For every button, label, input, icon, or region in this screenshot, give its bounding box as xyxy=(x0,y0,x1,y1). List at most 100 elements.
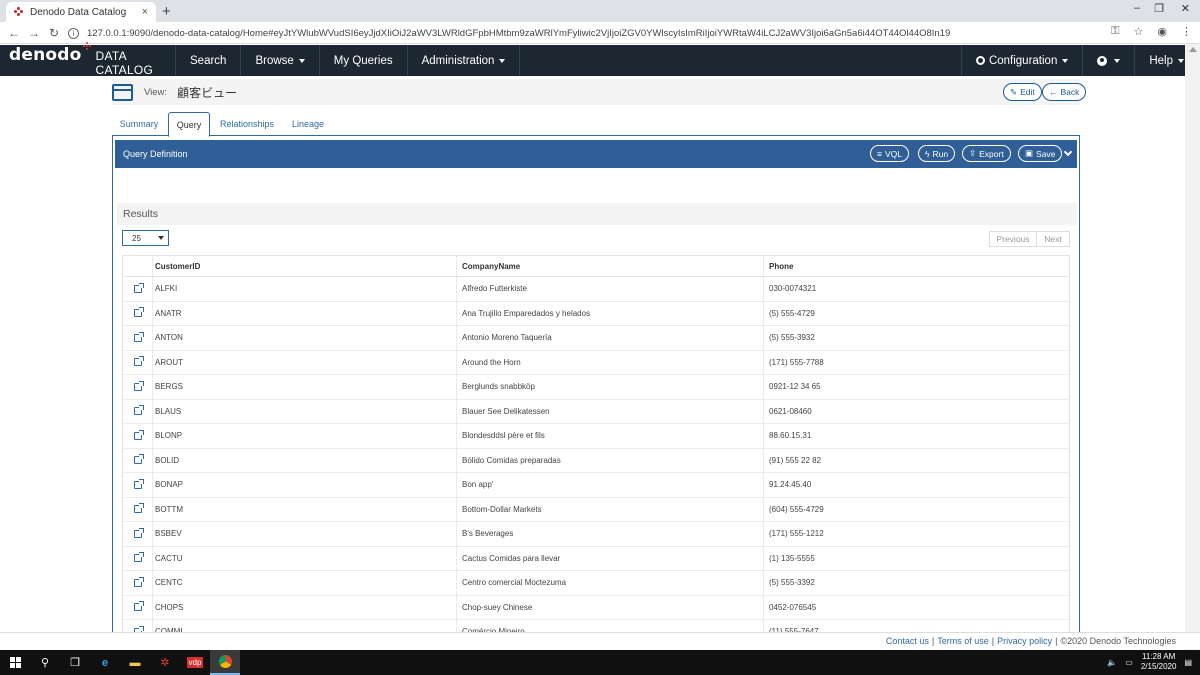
open-link-icon[interactable] xyxy=(133,576,144,587)
clock[interactable]: 11:28 AM 2/15/2020 xyxy=(1141,652,1177,672)
table-cell: (5) 555-4729 xyxy=(769,308,815,318)
column-header[interactable]: CustomerID xyxy=(154,256,457,276)
export-button[interactable]: ⇪ Export xyxy=(962,145,1011,162)
tab-lineage[interactable]: Lineage xyxy=(284,112,332,136)
back-arrow-icon[interactable]: ← xyxy=(4,26,24,40)
page-size-select[interactable]: 25 xyxy=(122,230,169,246)
query-definition-bar[interactable]: Query Definition ≡ VQL ϟ Run ⇪ Export ▣ Save xyxy=(115,140,1077,168)
chevron-down-icon xyxy=(1062,58,1069,63)
save-button[interactable]: ▣ Save xyxy=(1018,145,1063,162)
open-link-icon[interactable] xyxy=(133,380,144,391)
tab-summary[interactable]: Summary xyxy=(112,112,166,136)
next-button[interactable]: Next xyxy=(1037,231,1070,247)
menu-dots-icon[interactable]: ⋮ xyxy=(1181,25,1192,38)
task-view-icon[interactable]: ❐ xyxy=(60,650,90,675)
close-tab-icon[interactable]: × xyxy=(142,6,148,18)
table-cell: Blauer See Delikatessen xyxy=(461,399,764,423)
scroll-up-icon[interactable] xyxy=(1189,47,1197,52)
open-link-icon[interactable] xyxy=(133,503,144,514)
chevron-down-icon xyxy=(298,58,305,63)
table-cell: B's Beverages xyxy=(461,522,764,546)
vql-button[interactable]: ≡ VQL xyxy=(870,145,909,162)
open-link-icon[interactable] xyxy=(133,552,144,563)
query-definition-title: Query Definition xyxy=(123,149,188,159)
network-icon[interactable]: ▭ xyxy=(1125,658,1133,667)
logo-dots-icon xyxy=(82,41,91,50)
table-row: CHOPS Chop-suey Chinese 0452-076545 xyxy=(123,595,1069,620)
open-link-icon[interactable] xyxy=(133,454,144,465)
column-header[interactable]: Phone xyxy=(768,256,1069,276)
view-name: 顧客ビュー xyxy=(177,85,238,100)
open-link-icon[interactable] xyxy=(133,601,144,612)
terms-link[interactable]: Terms of use xyxy=(937,636,989,646)
table-cell: Cactus Comidas para llevar xyxy=(461,546,764,570)
denodo-app-icon[interactable]: ✲ xyxy=(150,650,180,675)
chrome-icon[interactable] xyxy=(210,650,240,675)
volume-icon[interactable]: 🔈 xyxy=(1107,658,1117,667)
site-info-icon[interactable]: i xyxy=(68,27,79,39)
taskbar: ⚲ ❐ e ▬ ✲ vdp 🔈 ▭ 11:28 AM 2/15/2020 ▤ xyxy=(0,650,1200,675)
star-icon[interactable]: ☆ xyxy=(1134,25,1144,38)
column-header[interactable]: CompanyName xyxy=(461,256,764,276)
nav-user[interactable] xyxy=(1082,45,1134,76)
nav-configuration[interactable]: Configuration xyxy=(960,45,1082,76)
table-cell: BOTTM xyxy=(154,497,457,521)
previous-button[interactable]: Previous xyxy=(989,231,1037,247)
open-link-icon[interactable] xyxy=(133,356,144,367)
table-body: ALFKI Alfredo Futterkiste 030-0074321 ANATR… xyxy=(123,277,1069,645)
nav-administration[interactable]: Administration xyxy=(406,45,521,76)
table-cell: ANTON xyxy=(154,326,457,350)
open-link-icon[interactable] xyxy=(133,405,144,416)
table-row: BOTTM Bottom-Dollar Markets (604) 555-4729 xyxy=(123,497,1069,522)
nav-search[interactable]: Search xyxy=(175,45,240,76)
table-row: BONAP Bon app' 91.24.45.40 xyxy=(123,473,1069,498)
table-cell: (91) 555 22 82 xyxy=(769,455,822,465)
table-cell: (171) 555-7788 xyxy=(769,357,824,367)
table-cell: (604) 555-4729 xyxy=(769,504,824,514)
back-button[interactable]: ← Back xyxy=(1042,83,1087,101)
table-cell: CENTC xyxy=(154,571,457,595)
edit-button[interactable]: ✎ Edit xyxy=(1003,83,1042,101)
query-panel: Query Definition ≡ VQL ϟ Run ⇪ Export ▣ Save… xyxy=(112,136,1080,645)
key-icon[interactable]: ⚿ xyxy=(1111,25,1119,38)
open-link-icon[interactable] xyxy=(133,429,144,440)
open-link-icon[interactable] xyxy=(133,527,144,538)
run-button[interactable]: ϟ Run xyxy=(918,145,956,162)
search-icon[interactable]: ⚲ xyxy=(30,650,60,675)
lightning-icon: ϟ xyxy=(925,148,930,159)
arrow-left-icon: ← xyxy=(1049,87,1058,97)
table-cell: BOLID xyxy=(154,448,457,472)
windows-start-icon[interactable] xyxy=(0,650,30,675)
restore-button[interactable]: ❐ xyxy=(1154,2,1164,15)
dropdown-arrow-icon xyxy=(158,236,164,240)
reload-icon[interactable]: ↻ xyxy=(44,26,64,40)
table-cell: 91.24.45.40 xyxy=(769,480,812,490)
vdp-app-icon[interactable]: vdp xyxy=(180,650,210,675)
tab-query[interactable]: Query xyxy=(168,112,210,137)
table-cell: BONAP xyxy=(154,473,457,497)
minimize-button[interactable]: – xyxy=(1134,2,1140,14)
page-scrollbar[interactable] xyxy=(1185,44,1200,650)
table-cell: AROUT xyxy=(154,350,457,374)
edge-icon[interactable]: e xyxy=(90,650,120,675)
nav-my-queries[interactable]: My Queries xyxy=(318,45,407,76)
open-link-icon[interactable] xyxy=(133,282,144,293)
forward-arrow-icon[interactable]: → xyxy=(24,26,44,40)
url-field[interactable]: i 127.0.0.1:9090/denodo-data-catalog/Hom… xyxy=(68,24,1108,42)
chevron-down-icon[interactable] xyxy=(1063,147,1073,157)
brand[interactable]: denodo DATA CATALOG xyxy=(0,41,175,77)
open-link-icon[interactable] xyxy=(133,478,144,489)
open-link-icon[interactable] xyxy=(133,307,144,318)
privacy-link[interactable]: Privacy policy xyxy=(997,636,1052,646)
tab-relationships[interactable]: Relationships xyxy=(214,112,280,136)
file-explorer-icon[interactable]: ▬ xyxy=(120,650,150,675)
contact-link[interactable]: Contact us xyxy=(886,636,929,646)
chevron-down-icon xyxy=(499,58,506,63)
close-window-button[interactable]: ✕ xyxy=(1181,2,1190,15)
browser-tab[interactable]: Denodo Data Catalog × xyxy=(6,2,156,22)
profile-icon[interactable]: ◉ xyxy=(1157,25,1167,38)
open-link-icon[interactable] xyxy=(133,331,144,342)
nav-browse[interactable]: Browse xyxy=(240,45,318,76)
notifications-icon[interactable]: ▤ xyxy=(1184,658,1192,667)
new-tab-button[interactable]: + xyxy=(162,3,171,20)
